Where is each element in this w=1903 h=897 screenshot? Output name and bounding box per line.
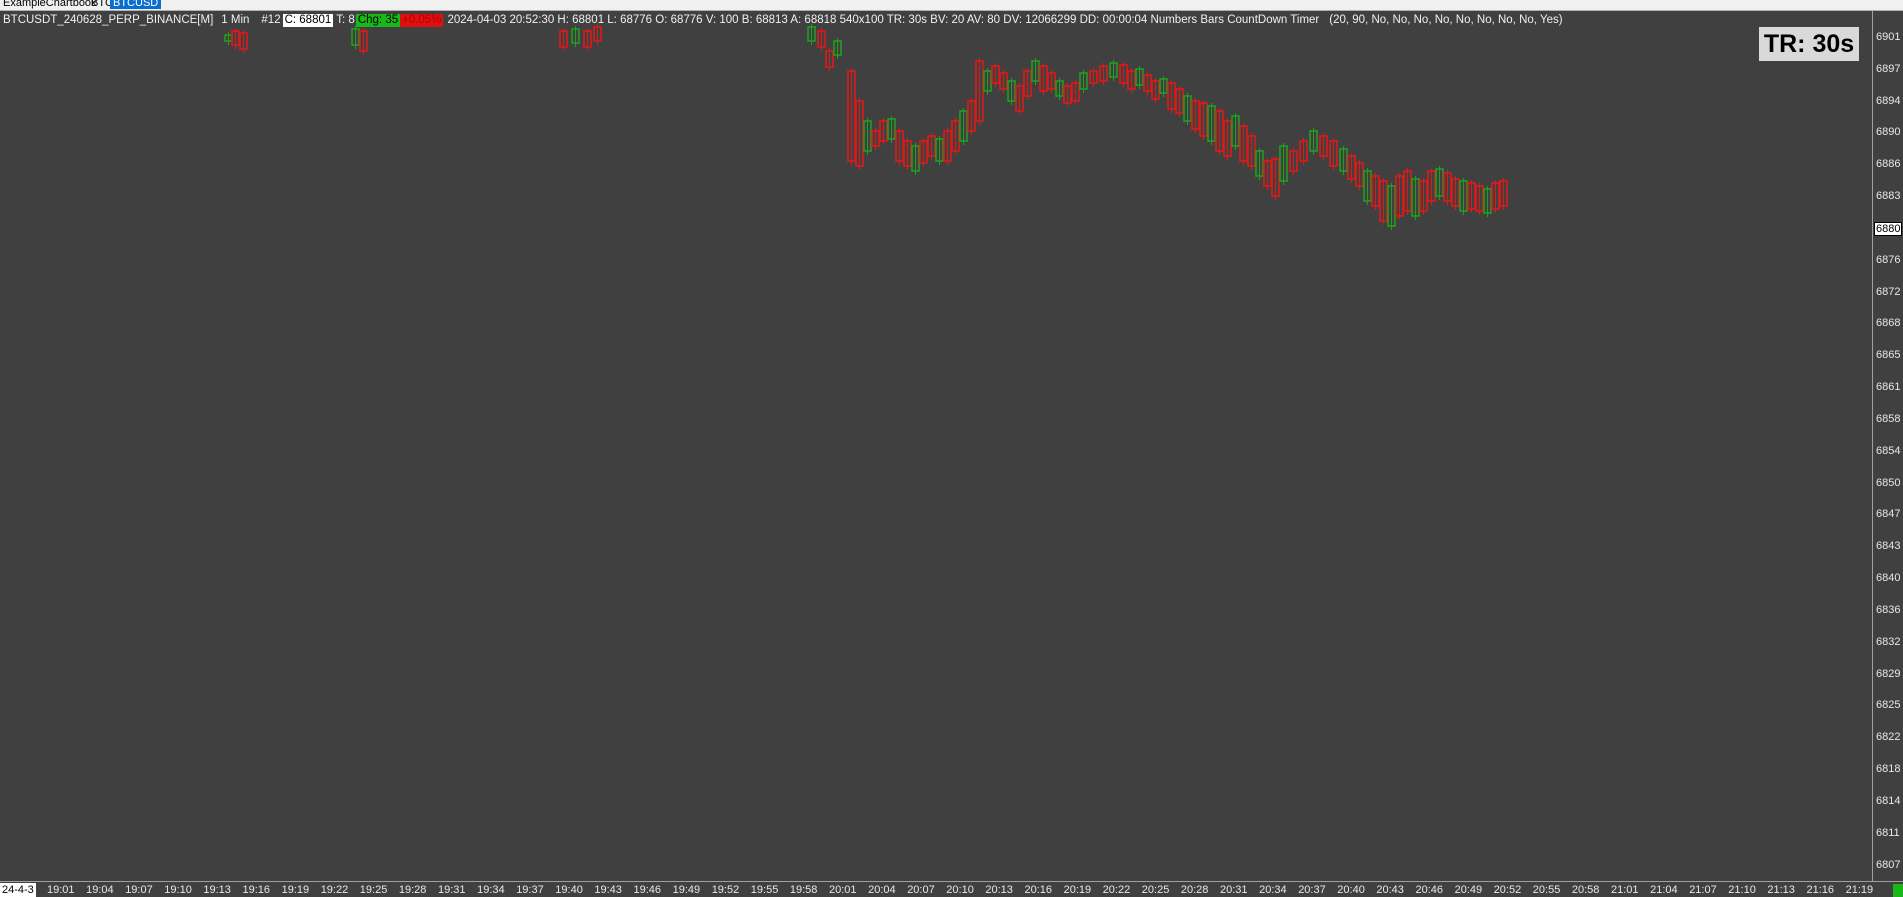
time-tick-label: 21:16 — [1806, 884, 1835, 896]
time-tick-label: 20:52 — [1493, 884, 1522, 896]
price-tick-label: 6894 — [1876, 94, 1901, 107]
time-tick-label: 20:07 — [907, 884, 935, 896]
price-tick-label: 6822 — [1876, 731, 1901, 744]
price-tick-label: 6825 — [1876, 699, 1901, 712]
price-tick-label: 6850 — [1876, 476, 1901, 489]
time-tick-label: 19:31 — [438, 884, 466, 896]
time-tick-label: 19:43 — [594, 884, 622, 896]
price-tick-label: 6818 — [1876, 763, 1901, 776]
price-tick-label: 6811 — [1876, 826, 1900, 839]
price-tick-label: 6832 — [1876, 635, 1901, 648]
price-tick-label: 6858 — [1876, 412, 1901, 425]
price-tick-label: 6807 — [1876, 858, 1901, 871]
time-tick-label: 20:10 — [946, 884, 974, 896]
time-tick-label: 20:49 — [1454, 884, 1483, 896]
price-tick-label: 6854 — [1876, 444, 1901, 457]
bar-stats-label: 2024-04-03 20:52:30 H: 68801 L: 68776 O:… — [447, 14, 1320, 26]
price-tick-label: 6890 — [1876, 126, 1901, 139]
time-tick-label: 19:07 — [125, 884, 153, 896]
time-tick-label: 20:28 — [1180, 884, 1209, 896]
chart-header: BTCUSDT_240628_PERP_BINANCE[M] 1 Min #12… — [0, 12, 1567, 28]
interval-label: 1 Min — [221, 14, 250, 26]
chart-region[interactable] — [0, 11, 1872, 881]
time-tick-label: 19:16 — [242, 884, 271, 896]
price-tick-label: 6868 — [1876, 317, 1901, 330]
time-tick-label: 21:04 — [1650, 884, 1678, 896]
time-tick-label: 19:37 — [516, 884, 544, 896]
time-tick-label: 19:13 — [203, 884, 231, 896]
date-label: 24-4-3 — [0, 883, 36, 897]
time-tick-label: 21:07 — [1689, 884, 1717, 896]
time-tick-label: 19:04 — [86, 884, 114, 896]
ticks-label: T: 8 — [336, 14, 355, 26]
price-tick-label: 6901 — [1876, 31, 1901, 43]
status-indicator — [1893, 884, 1903, 897]
time-tick-label: 20:37 — [1298, 884, 1326, 896]
time-tick-label: 19:55 — [750, 884, 779, 896]
price-tick-label: 6847 — [1876, 508, 1901, 521]
time-tick-label: 20:01 — [829, 884, 857, 896]
time-tick-label: 19:52 — [711, 884, 740, 896]
time-tick-label: 20:19 — [1063, 884, 1092, 896]
time-tick-label: 19:40 — [555, 884, 583, 896]
countdown-timer-badge: TR: 30s — [1759, 27, 1859, 61]
time-tick-label: 19:22 — [320, 884, 349, 896]
time-tick-label: 19:34 — [477, 884, 505, 896]
study-params-label: (20, 90, No, No, No, No, No, No, No, No,… — [1329, 14, 1563, 26]
time-tick-label: 21:10 — [1728, 884, 1756, 896]
price-tick-label: 6865 — [1876, 349, 1901, 362]
time-tick-label: 20:16 — [1024, 884, 1053, 896]
price-tick-label: 6861 — [1876, 381, 1901, 394]
price-scale[interactable]: 6901 6897 6894 6890 6886 6883 6880 6876 6872 6868… — [1872, 11, 1903, 881]
time-tick-label: 20:58 — [1571, 884, 1600, 896]
time-tick-label: 19:46 — [633, 884, 662, 896]
price-tick-label: 6886 — [1876, 158, 1901, 171]
price-tick-label: 6840 — [1876, 572, 1901, 585]
price-tick-label: 6829 — [1876, 667, 1901, 680]
change-badge: Chg: 35 — [355, 13, 401, 27]
time-tick-label: 20:31 — [1220, 884, 1248, 896]
time-tick-label: 19:58 — [789, 884, 818, 896]
time-tick-label: 19:10 — [164, 884, 192, 896]
bar-number-label: #12 — [261, 14, 281, 26]
price-tick-label: 6814 — [1876, 794, 1901, 807]
time-tick-label: 20:13 — [985, 884, 1013, 896]
time-tick-label: 19:25 — [359, 884, 388, 896]
time-tick-label: 19:28 — [398, 884, 427, 896]
time-tick-label: 20:46 — [1415, 884, 1444, 896]
price-tick-label: 6872 — [1876, 285, 1901, 298]
time-tick-label: 20:34 — [1259, 884, 1287, 896]
tab-btcusd[interactable]: BTCUSD — [110, 0, 162, 9]
price-tick-label: 6876 — [1876, 253, 1901, 266]
time-tick-label: 21:13 — [1767, 884, 1795, 896]
chartbook-tab-bar: ExampleChartbook BTC BTCUSD — [0, 0, 1903, 11]
price-tick-label: 6880 — [1874, 221, 1903, 236]
price-tick-label: 6897 — [1876, 62, 1901, 75]
time-tick-label: 20:40 — [1337, 884, 1365, 896]
time-tick-label: 20:25 — [1141, 884, 1170, 896]
time-tick-label: 20:22 — [1102, 884, 1131, 896]
symbol-label[interactable]: BTCUSDT_240628_PERP_BINANCE[M] — [3, 12, 213, 28]
price-tick-label: 6883 — [1876, 190, 1901, 203]
price-tick-label: 6836 — [1876, 603, 1901, 616]
time-tick-label: 19:19 — [281, 884, 310, 896]
price-tick-label: 6843 — [1876, 540, 1901, 553]
time-tick-label: 19:49 — [672, 884, 701, 896]
time-tick-label: 19:01 — [47, 884, 75, 896]
time-axis[interactable]: 19:01 19:04 19:07 19:10 19:13 19:16 19:19 19:22… — [0, 881, 1903, 897]
change-percent-badge: +0.05% — [400, 13, 444, 27]
candlestick-chart[interactable] — [0, 11, 1872, 881]
time-tick-label: 20:04 — [868, 884, 896, 896]
time-tick-label: 20:43 — [1376, 884, 1404, 896]
time-tick-label: 20:55 — [1532, 884, 1561, 896]
time-tick-label: 21:19 — [1845, 884, 1874, 896]
close-price-badge: C: 68801 — [282, 13, 334, 27]
time-tick-label: 21:01 — [1611, 884, 1639, 896]
tab-examplechartbook[interactable]: ExampleChartbook — [0, 0, 100, 9]
